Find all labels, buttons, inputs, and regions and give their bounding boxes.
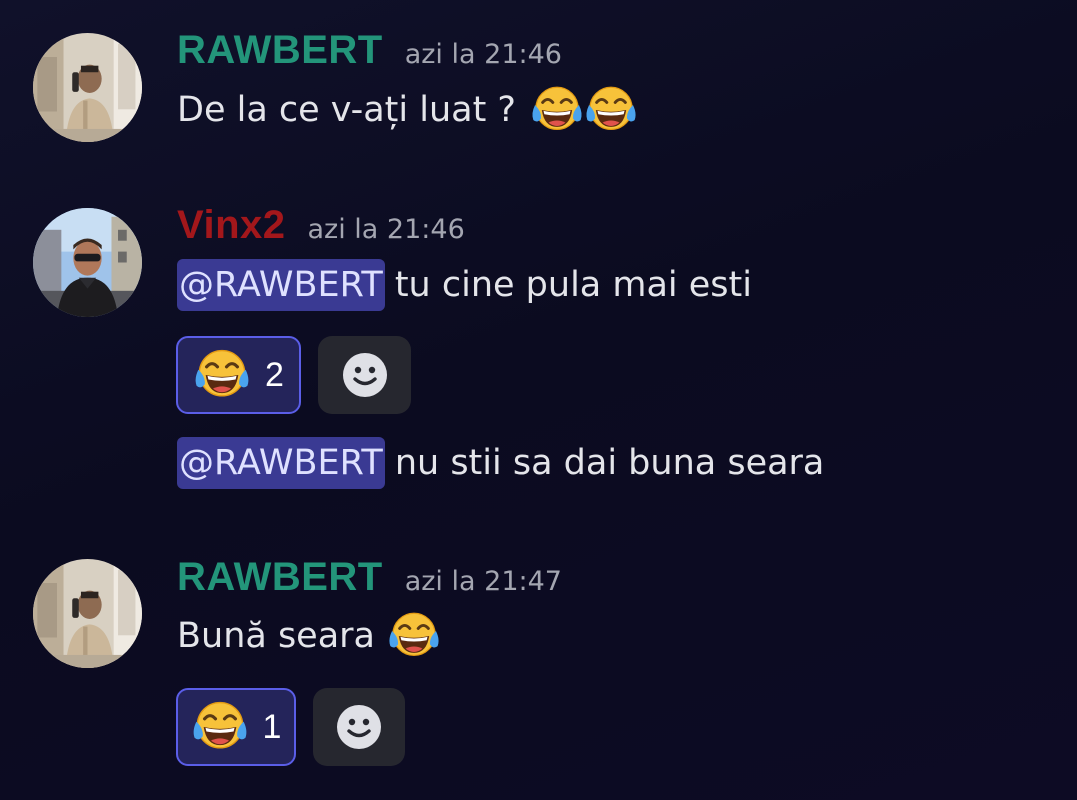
user-mention[interactable]: @RAWBERT: [177, 437, 385, 489]
message-content: De la ce v-ați luat ?: [177, 84, 638, 136]
message-header: Vinx2 azi la 21:46: [177, 203, 465, 248]
message-text: Bună seara: [177, 616, 376, 656]
message-header: RAWBERT azi la 21:47: [177, 555, 562, 600]
user-mention[interactable]: @RAWBERT: [177, 259, 385, 311]
vinx2-avatar: [33, 208, 142, 317]
message-content: Bună seara: [177, 610, 441, 662]
rawbert-avatar: [33, 559, 142, 668]
username[interactable]: Vinx2: [177, 203, 286, 247]
avatar[interactable]: [33, 559, 142, 668]
add-reaction-button[interactable]: [318, 336, 411, 414]
timestamp: azi la 21:46: [307, 214, 465, 245]
message-content: @RAWBERT nu stii sa dai buna seara: [177, 437, 824, 489]
joy-emoji: [191, 698, 249, 756]
reaction-count: 1: [262, 707, 282, 746]
avatar[interactable]: [33, 208, 142, 317]
smiley-icon: [342, 353, 387, 397]
timestamp: azi la 21:47: [404, 566, 562, 597]
message-text: nu stii sa dai buna seara: [394, 443, 825, 483]
joy-emoji: [387, 609, 441, 663]
username[interactable]: RAWBERT: [177, 28, 383, 72]
reaction-button[interactable]: 1: [176, 688, 296, 766]
joy-emoji: [193, 346, 251, 404]
smiley-icon: [337, 705, 381, 749]
add-reaction-button[interactable]: [313, 688, 405, 766]
message-text: tu cine pula mai esti: [394, 265, 752, 305]
joy-emoji: [530, 83, 584, 137]
rawbert-avatar: [33, 33, 142, 142]
reaction-button[interactable]: 2: [176, 336, 301, 414]
message-header: RAWBERT azi la 21:46: [177, 28, 562, 73]
avatar[interactable]: [33, 33, 142, 142]
message-content: @RAWBERT tu cine pula mai esti: [177, 259, 752, 311]
timestamp: azi la 21:46: [404, 39, 562, 70]
message-text: De la ce v-ați luat ?: [177, 90, 517, 130]
joy-emoji: [584, 83, 638, 137]
reaction-count: 2: [265, 355, 284, 394]
username[interactable]: RAWBERT: [177, 555, 383, 599]
